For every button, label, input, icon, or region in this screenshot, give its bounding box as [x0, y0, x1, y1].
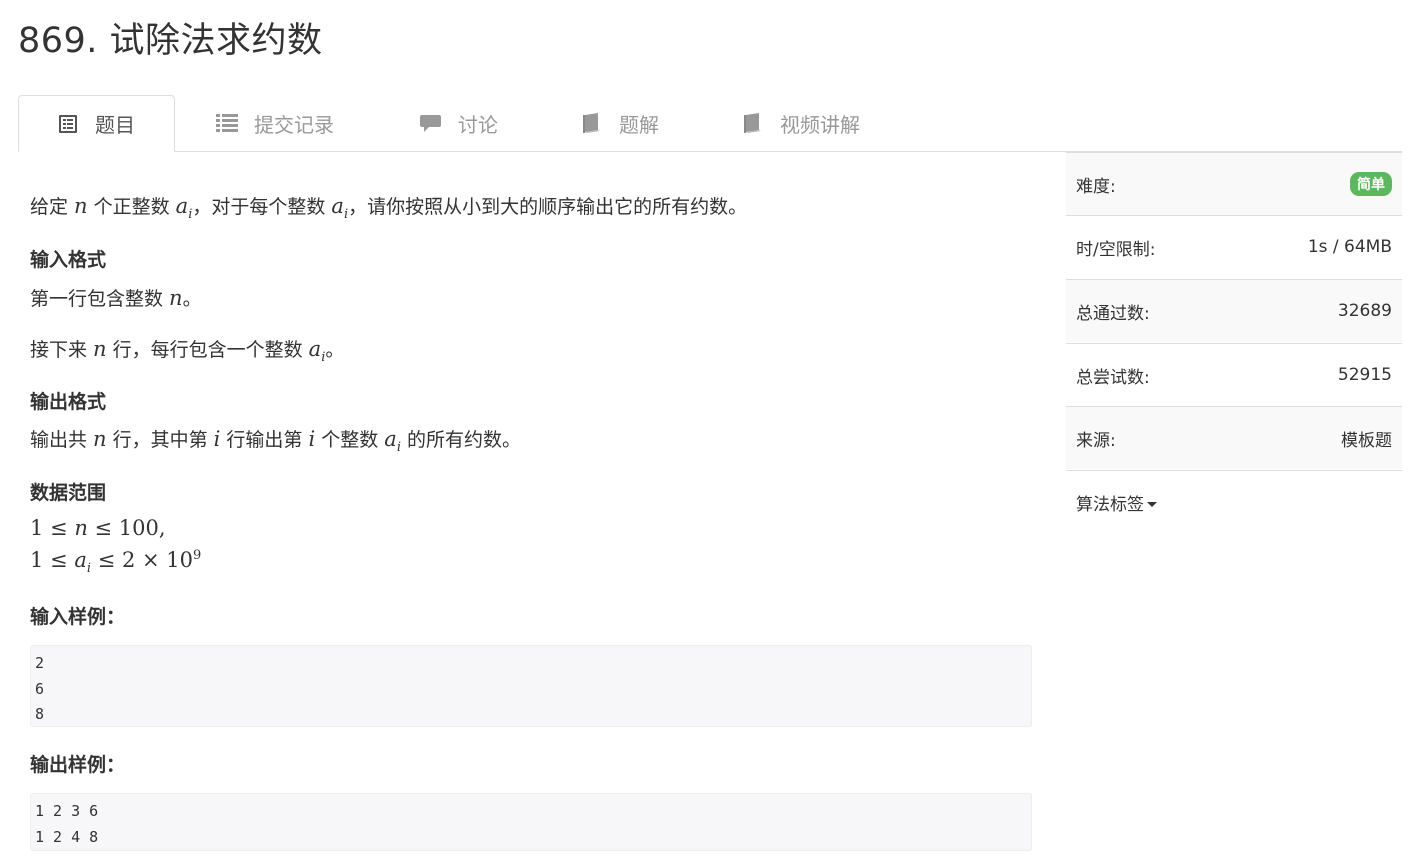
tab-discussion[interactable]: 讨论 — [420, 95, 498, 151]
limit-value: 1s / 64MB — [1307, 237, 1392, 257]
limit-label: 时/空限制: — [1076, 239, 1156, 260]
code-line: 8 — [35, 705, 45, 723]
data-range-line: 1 ≤ n ≤ 100, — [30, 516, 166, 540]
tried-label: 总尝试数: — [1076, 367, 1150, 388]
problem-description: 给定 n 个正整数 ai，对于每个整数 ai，请你按照从小到大的顺序输出它的所有… — [30, 194, 748, 222]
algorithm-tags-label: 算法标签 — [1076, 494, 1144, 515]
limit-row: 时/空限制: 1s / 64MB — [1066, 215, 1402, 278]
list-icon — [216, 112, 238, 134]
tried-value: 52915 — [1337, 365, 1392, 385]
comment-icon — [420, 112, 442, 134]
difficulty-badge: 简单 — [1350, 172, 1392, 196]
tab-problem[interactable]: 题目 — [18, 95, 175, 152]
algorithm-tags-row: 算法标签 — [1066, 470, 1402, 533]
passed-label: 总通过数: — [1076, 303, 1150, 324]
passed-value: 32689 — [1337, 301, 1392, 321]
output-format-line: 输出共 n 行，其中第 i 行输出第 i 个整数 ai 的所有约数。 — [30, 427, 522, 455]
data-range-line: 1 ≤ ai ≤ 2 × 109 — [30, 548, 202, 577]
tab-solutions[interactable]: 题解 — [581, 95, 659, 151]
sample-output-heading: 输出样例： — [30, 754, 126, 776]
output-format-heading: 输出格式 — [30, 391, 107, 413]
tab-label: 题解 — [619, 112, 659, 137]
tab-video[interactable]: 视频讲解 — [742, 95, 860, 151]
book-icon — [742, 112, 764, 134]
passed-row: 总通过数: 32689 — [1066, 279, 1402, 342]
source-row: 来源: 模板题 — [1066, 406, 1402, 469]
code-line: 1 2 3 6 — [35, 802, 99, 820]
tried-row: 总尝试数: 52915 — [1066, 343, 1402, 406]
algorithm-tags-toggle[interactable]: 算法标签 — [1076, 490, 1157, 515]
sample-input-block: 2 6 8 — [30, 645, 1032, 727]
caret-down-icon — [1147, 502, 1157, 507]
problem-tabs: 题目 提交记录 讨论 题解 视频讲解 — [18, 95, 1402, 152]
list-alt-icon — [57, 113, 79, 135]
source-label: 来源: — [1076, 430, 1116, 451]
input-format-heading: 输入格式 — [30, 249, 107, 271]
input-format-line: 接下来 n 行，每行包含一个整数 ai。 — [30, 337, 345, 365]
source-value: 模板题 — [1341, 430, 1392, 451]
page-title: 869. 试除法求约数 — [18, 21, 323, 61]
code-line: 6 — [35, 679, 45, 698]
tab-label: 提交记录 — [254, 112, 334, 137]
code-line: 1 2 4 8 — [35, 827, 99, 846]
tab-label: 讨论 — [458, 112, 498, 137]
difficulty-label: 难度: — [1076, 176, 1116, 197]
code-line: 2 — [35, 654, 45, 672]
data-range-heading: 数据范围 — [30, 482, 107, 504]
tab-label: 视频讲解 — [780, 112, 860, 137]
book-icon — [581, 112, 603, 134]
sample-output-block: 1 2 3 6 1 2 4 8 — [30, 793, 1032, 851]
difficulty-row: 难度: 简单 — [1066, 152, 1402, 215]
sample-input-heading: 输入样例： — [30, 606, 126, 628]
tab-submissions[interactable]: 提交记录 — [216, 95, 334, 151]
input-format-line: 第一行包含整数 n。 — [30, 286, 202, 310]
tab-label: 题目 — [95, 113, 135, 137]
